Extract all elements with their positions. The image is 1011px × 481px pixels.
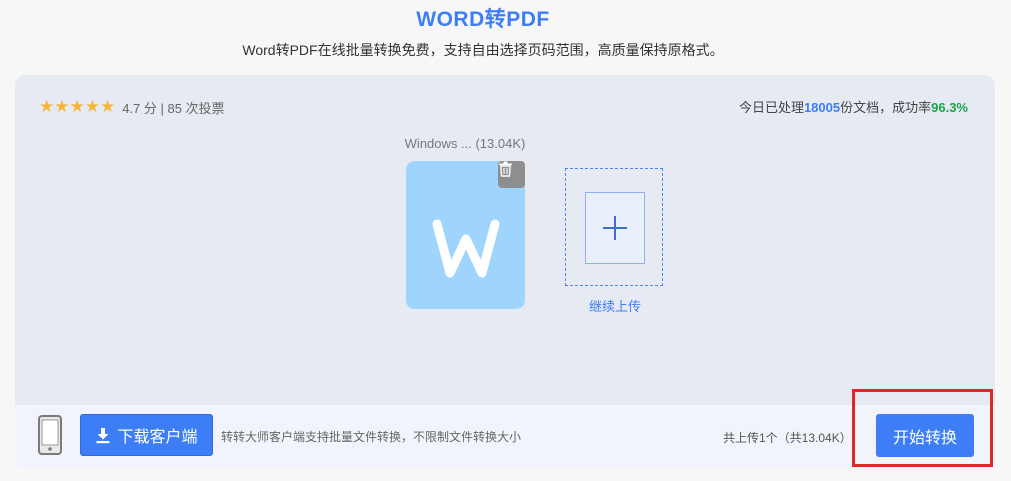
stats-middle: 份文档，成功率 [840,100,932,115]
rating-text: 4.7 分 | 85 次投票 [122,100,225,116]
stats-prefix: 今日已处理 [738,100,804,115]
page-subtitle: Word转PDF在线批量转换免费，支持自由选择页码范围，高质量保持原格式。 [242,42,724,58]
success-rate: 96.3% [931,100,968,115]
start-convert-button[interactable]: 开始转换 [876,414,974,457]
processed-count: 18005 [803,100,841,115]
star-rating-icon[interactable]: ★★★★★ [39,97,115,117]
upload-count: 共上传1个（共13.04K） [723,431,852,445]
continue-upload-link[interactable]: 继续上传 [563,296,667,315]
page: WORD转PDF Word转PDF在线批量转换免费，支持自由选择页码范围，高质量… [0,0,1011,481]
trash-icon [499,161,512,177]
start-convert-label: 开始转换 [892,429,957,447]
download-client-label: 下载客户端 [117,429,198,446]
plus-icon [603,216,627,240]
download-client-button[interactable]: 下载客户端 [80,414,213,456]
page-title: WORD转PDF [416,8,550,31]
continue-upload-box[interactable] [565,168,663,286]
uploaded-file-card[interactable] [406,161,525,309]
file-name-label: Windows ... (13.04K) [395,136,535,151]
file-size: (13.04K) [475,136,526,151]
bottom-action-bar: 下载客户端 转转大师客户端支持批量文件转换，不限制文件转换大小 共上传1个（共1… [15,405,995,467]
mobile-phone-icon [38,415,62,455]
client-note: 转转大师客户端支持批量文件转换，不限制文件转换大小 [221,430,522,444]
upload-plus-area[interactable] [585,192,645,264]
file-name: Windows ... [404,136,472,151]
converter-panel: ★★★★★ 4.7 分 | 85 次投票 今日已处理18005份文档，成功率96… [15,75,995,467]
processing-stats: 今日已处理18005份文档，成功率96.3% [739,97,968,116]
delete-file-button[interactable] [498,161,525,188]
rating: ★★★★★ 4.7 分 | 85 次投票 [39,97,225,117]
download-icon [96,427,110,443]
